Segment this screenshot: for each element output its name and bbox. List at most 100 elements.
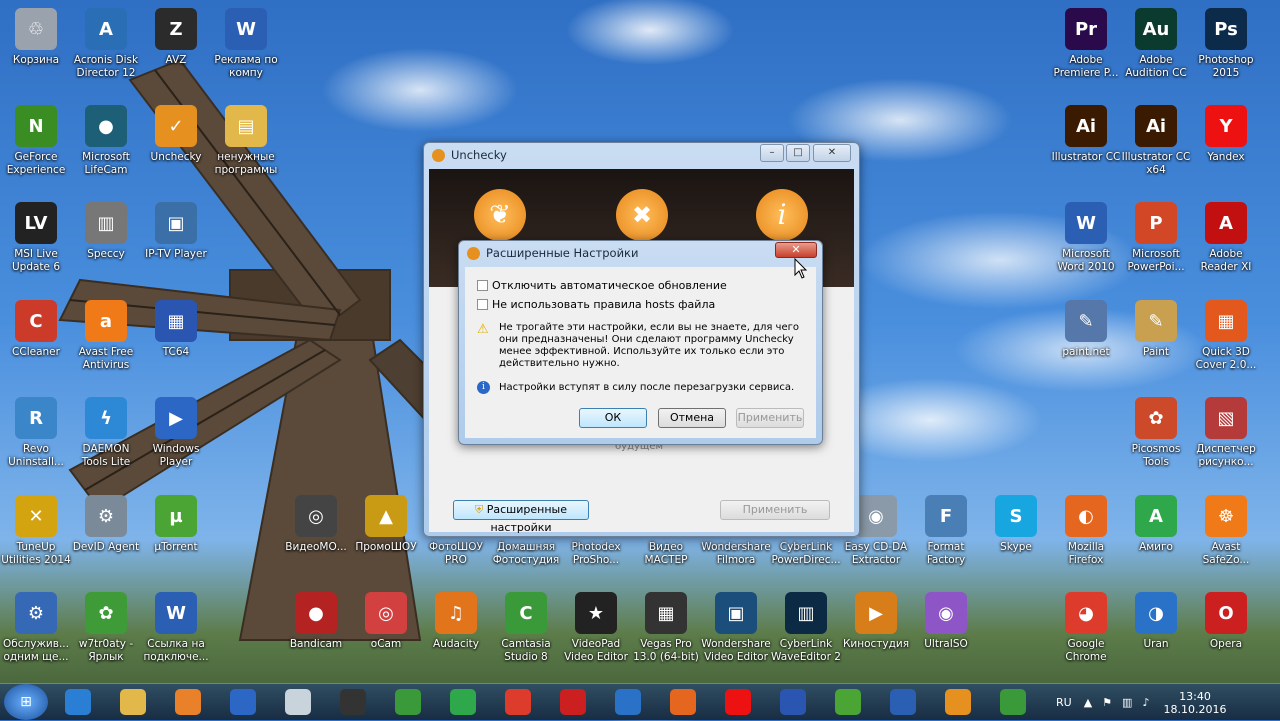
flag-icon[interactable]: ⚑	[1102, 696, 1112, 709]
desktop-icon-avz[interactable]: Z AVZ	[140, 8, 212, 100]
desktop-icon-promoshow[interactable]: ▲ ПромоШОУ	[350, 495, 422, 587]
start-button[interactable]: ⊞	[4, 684, 48, 720]
desktop-icon-videopad[interactable]: ★ VideoPad Video Editor	[560, 592, 632, 684]
clock[interactable]: 13:40 18.10.2016	[1163, 690, 1226, 716]
taskbar-amigo[interactable]	[439, 685, 487, 719]
taskbar-tc[interactable]	[769, 685, 817, 719]
desktop-icon-daemon[interactable]: ϟ DAEMON Tools Lite	[70, 397, 142, 489]
maximize-button[interactable]: □	[786, 144, 810, 162]
desktop-icon-audacity[interactable]: ♫ Audacity	[420, 592, 492, 684]
desktop-icon-ocam[interactable]: ◎ oCam	[350, 592, 422, 684]
desktop-icon-revo[interactable]: R Revo Uninstall...	[0, 397, 72, 489]
taskbar-chrome[interactable]	[494, 685, 542, 719]
taskbar-yandex[interactable]	[714, 685, 762, 719]
taskbar-opera[interactable]	[549, 685, 597, 719]
desktop-icon-paint[interactable]: ✎ Paint	[1120, 300, 1192, 392]
dialog-apply-button[interactable]: Применить	[736, 408, 804, 428]
taskbar-media-player[interactable]	[164, 685, 212, 719]
advanced-settings-button[interactable]: ⛨ Расширенные настройки	[453, 500, 589, 534]
desktop-icon-nenuzhnye[interactable]: ▤ ненужные программы	[210, 105, 282, 197]
disable-update-checkbox[interactable]	[477, 280, 488, 291]
desktop-icon-formatfactory[interactable]: F Format Factory	[910, 495, 982, 587]
desktop-icon-camtasia[interactable]: C Camtasia Studio 8	[490, 592, 562, 684]
desktop-icon-w7t0[interactable]: ✿ w7tr0aty - Ярлык	[70, 592, 142, 684]
desktop-icon-vegas[interactable]: ▦ Vegas Pro 13.0 (64-bit)	[630, 592, 702, 684]
desktop-icon-geforce[interactable]: N GeForce Experience	[0, 105, 72, 197]
desktop-icon-paintnet[interactable]: ✎ paint.net	[1050, 300, 1122, 392]
taskbar-disc[interactable]	[274, 685, 322, 719]
desktop-icon-dispetcher[interactable]: ▧ Диспетчер рисунко...	[1190, 397, 1262, 489]
desktop-icon-devid[interactable]: ⚙ DevID Agent	[70, 495, 142, 587]
desktop-icon-illustrator[interactable]: Ai Illustrator CC	[1050, 105, 1122, 197]
close-button[interactable]: ✕	[813, 144, 851, 162]
desktop-icon-opera[interactable]: O Opera	[1190, 592, 1262, 684]
no-hosts-checkbox[interactable]	[477, 299, 488, 310]
taskbar-camtasia[interactable]	[384, 685, 432, 719]
desktop-icon-adobereader[interactable]: A Adobe Reader XI	[1190, 202, 1262, 294]
desktop-icon-skype[interactable]: S Skype	[980, 495, 1052, 587]
desktop-icon-uran[interactable]: ◑ Uran	[1120, 592, 1192, 684]
taskbar-word[interactable]	[879, 685, 927, 719]
disable-update-checkbox-row[interactable]: Отключить автоматическое обновление	[477, 279, 727, 292]
taskbar-unchecky[interactable]	[934, 685, 982, 719]
desktop-icon-lifecam[interactable]: ● Microsoft LifeCam	[70, 105, 142, 197]
desktop-icon-recycle-bin[interactable]: ♲ Корзина	[0, 8, 72, 100]
desktop-icon-wmp[interactable]: ▶ Windows Player	[140, 397, 212, 489]
desktop-icon-msi-live[interactable]: LV MSI Live Update 6	[0, 202, 72, 294]
minimize-button[interactable]: –	[760, 144, 784, 162]
cancel-button[interactable]: Отмена	[658, 408, 726, 428]
desktop-icon-avast-free[interactable]: a Avast Free Antivirus	[70, 300, 142, 392]
desktop-icon-powerpoint[interactable]: P Microsoft PowerPoi...	[1120, 202, 1192, 294]
desktop-icon-quick3d[interactable]: ▦ Quick 3D Cover 2.0...	[1190, 300, 1262, 392]
desktop-icon-audition[interactable]: Au Adobe Audition CC	[1120, 8, 1192, 100]
network-icon[interactable]: ▥	[1122, 696, 1132, 709]
desktop-icon-ccleaner[interactable]: C CCleaner	[0, 300, 72, 392]
tray-arrow-icon[interactable]: ▲	[1084, 696, 1092, 709]
taskbar-explorer[interactable]	[109, 685, 157, 719]
info-icon[interactable]: i	[756, 189, 808, 241]
desktop-icon-bandicam[interactable]: ● Bandicam	[280, 592, 352, 684]
desktop-icon-amigo[interactable]: A Амиго	[1120, 495, 1192, 587]
desktop-icon-ssylka[interactable]: W Ссылка на подключе...	[140, 592, 212, 684]
taskbar-ie[interactable]	[54, 685, 102, 719]
desktop-icon-acronis[interactable]: A Acronis Disk Director 12	[70, 8, 142, 100]
advanced-settings-dialog[interactable]: Расширенные Настройки ✕ Отключить автома…	[458, 240, 823, 445]
desktop-icon-tc64[interactable]: ▦ TC64	[140, 300, 212, 392]
desktop-icon-photoshop[interactable]: Ps Photoshop 2015	[1190, 8, 1262, 100]
taskbar-wmp[interactable]	[219, 685, 267, 719]
desktop-icon-firefox[interactable]: ◐ Mozilla Firefox	[1050, 495, 1122, 587]
taskbar-vegas[interactable]	[329, 685, 377, 719]
taskbar-globe[interactable]	[604, 685, 652, 719]
desktop-icon-wave[interactable]: ▥ CyberLink WaveEditor 2	[770, 592, 842, 684]
dialog-close-button[interactable]: ✕	[775, 242, 817, 258]
volume-icon[interactable]: ♪	[1142, 696, 1149, 709]
desktop-icon-reklama[interactable]: W Реклама по компу	[210, 8, 282, 100]
desktop-icon-iptv[interactable]: ▣ IP-TV Player	[140, 202, 212, 294]
desktop-icon-kinostudia[interactable]: ▶ Киностудия	[840, 592, 912, 684]
ok-button[interactable]: ОК	[579, 408, 647, 428]
taskbar-camtasia2[interactable]	[989, 685, 1037, 719]
desktop-icon-chrome[interactable]: ◕ Google Chrome	[1050, 592, 1122, 684]
taskbar-utorrent[interactable]	[824, 685, 872, 719]
tools-icon[interactable]: ✖	[616, 189, 668, 241]
main-apply-button[interactable]: Применить	[720, 500, 830, 520]
desktop-icon-picosmos[interactable]: ✿ Picosmos Tools	[1120, 397, 1192, 489]
desktop-icon-wsvideo[interactable]: ▣ Wondershare Video Editor	[700, 592, 772, 684]
desktop-icon-unchecky[interactable]: ✓ Unchecky	[140, 105, 212, 197]
language-indicator[interactable]: RU	[1056, 696, 1072, 709]
desktop-icon-speccy[interactable]: ▥ Speccy	[70, 202, 142, 294]
desktop-icon-service[interactable]: ⚙ Обслужив... одним ще...	[0, 592, 72, 684]
desktop-icon-premiere[interactable]: Pr Adobe Premiere P...	[1050, 8, 1122, 100]
desktop-icon-tuneup[interactable]: ✕ TuneUp Utilities 2014	[0, 495, 72, 587]
desktop-icon-yandex[interactable]: Y Yandex	[1190, 105, 1262, 197]
dialog-titlebar[interactable]: Расширенные Настройки	[459, 241, 822, 265]
taskbar-firefox[interactable]	[659, 685, 707, 719]
desktop-icon-illustrator64[interactable]: Ai Illustrator CC x64	[1120, 105, 1192, 197]
home-icon[interactable]: ❦	[474, 189, 526, 241]
desktop-icon-avast-safe[interactable]: ☸ Avast SafeZo...	[1190, 495, 1262, 587]
desktop-icon-ultraiso[interactable]: ◉ UltraISO	[910, 592, 982, 684]
desktop-icon-videomo[interactable]: ◎ ВидеоМО...	[280, 495, 352, 587]
no-hosts-checkbox-row[interactable]: Не использовать правила hosts файла	[477, 298, 715, 311]
desktop-icon-word[interactable]: W Microsoft Word 2010	[1050, 202, 1122, 294]
desktop-icon-utorrent[interactable]: µ µTorrent	[140, 495, 212, 587]
